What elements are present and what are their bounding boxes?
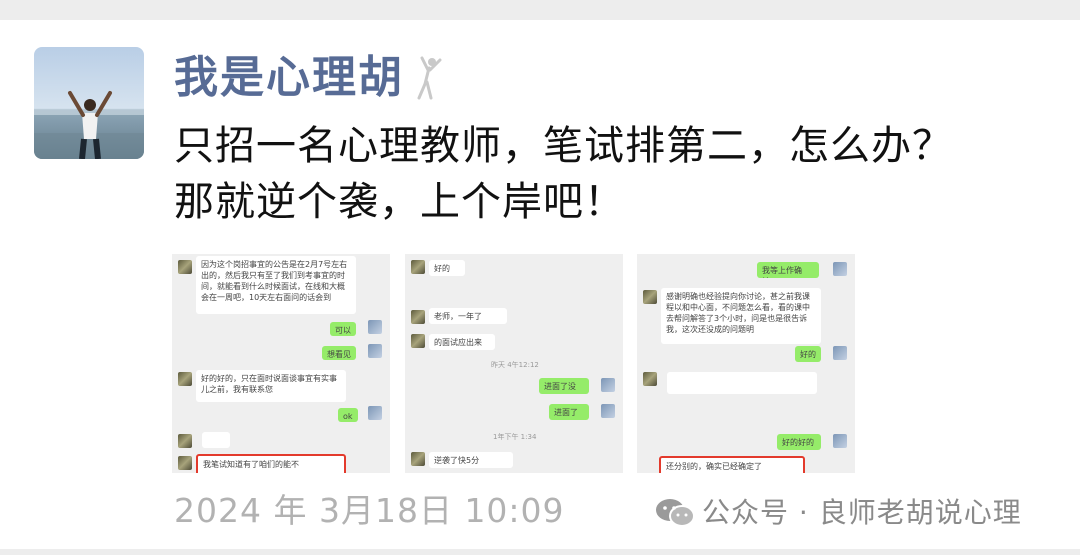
chat-bubble: 逆袭了快5分 — [429, 452, 513, 468]
contact-avatar — [178, 456, 192, 470]
user-avatar — [368, 344, 382, 358]
user-avatar — [368, 406, 382, 420]
user-avatar — [368, 320, 382, 334]
top-separator — [0, 0, 1080, 20]
avatar[interactable] — [34, 47, 144, 159]
image-thumbnail-2[interactable]: 好的 老师，一年了 的面试应出来 昨天 4午12:12 进面了没 进面了 1年下… — [405, 254, 623, 473]
contact-avatar — [411, 260, 425, 274]
chat-bubble: 老师，一年了 — [429, 308, 507, 324]
post-timestamp: 2024 年 3月18日 10:09 — [174, 491, 565, 530]
chat-bubble: ok — [338, 408, 358, 422]
user-avatar — [601, 404, 615, 418]
chat-bubble: 好的 — [429, 260, 465, 276]
wechat-icon — [656, 499, 695, 527]
image-thumbnail-3[interactable]: 我等上作确认。 感谢明确也经验提向你讨论，甚之前我课程以和中心面，不问题怎么看，… — [637, 254, 855, 473]
contact-avatar — [178, 372, 192, 386]
chat-bubble: 进面了 — [549, 404, 589, 420]
chat-bubble: 进面了没 — [539, 378, 589, 394]
user-avatar — [833, 434, 847, 448]
chat-bubble: 感谢明确也经验提向你讨论，甚之前我课程以和中心面，不问题怎么看，看的课中去帮问解… — [661, 288, 821, 344]
avatar-photo — [34, 47, 144, 159]
user-avatar — [833, 262, 847, 276]
contact-avatar — [178, 434, 192, 448]
chat-bubble — [667, 372, 817, 394]
chat-bubble: 可以 — [330, 322, 356, 336]
chat-bubble: 好的 — [795, 346, 821, 362]
watermark: 公众号 · 良师老胡说心理 — [654, 493, 1054, 533]
highlighted-chat-bubble: 还分别的，确实已经确定了 — [659, 456, 805, 473]
chat-bubble: 想看见 — [322, 346, 356, 360]
contact-avatar — [178, 260, 192, 274]
post-text: 只招一名心理教师，笔试排第二，怎么办？ 那就逆个袭，上个岸吧！ — [174, 123, 953, 225]
person-arms-up-icon — [417, 56, 442, 100]
image-thumbnail-1[interactable]: 因为这个岗招事宜的公告是在2月7号左右出的，然后我只有至了我们到考事宜的时间，就… — [172, 254, 390, 473]
contact-avatar — [411, 334, 425, 348]
contact-avatar — [643, 372, 657, 386]
contact-avatar — [643, 290, 657, 304]
message-time: 昨天 4午12:12 — [491, 361, 539, 369]
chat-bubble: 我等上作确认。 — [757, 262, 819, 278]
chat-bubble: 好的好的 — [777, 434, 821, 450]
nickname[interactable]: 我是心理胡 — [174, 48, 404, 108]
chat-bubble: 好的好的，只在面时说面谈事宜有实事儿之前，我有联系您 — [196, 370, 346, 402]
watermark-text: 公众号 · 良师老胡说心理 — [702, 496, 1022, 529]
chat-bubble — [202, 432, 230, 448]
chat-bubble: 因为这个岗招事宜的公告是在2月7号左右出的，然后我只有至了我们到考事宜的时间，就… — [196, 256, 356, 314]
message-time: 1年下午 1:34 — [493, 433, 537, 441]
contact-avatar — [411, 452, 425, 466]
bottom-separator — [0, 549, 1080, 555]
highlighted-chat-bubble: 我笔试知道有了咱们的能不 — [196, 454, 346, 473]
user-avatar — [833, 346, 847, 360]
user-avatar — [601, 378, 615, 392]
chat-bubble: 的面试应出来 — [429, 334, 495, 350]
contact-avatar — [411, 310, 425, 324]
